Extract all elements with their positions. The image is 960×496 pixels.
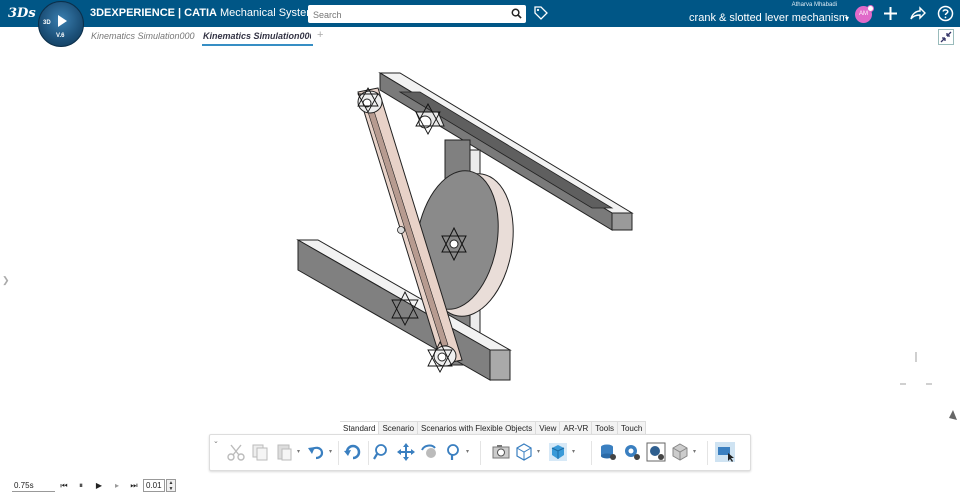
action-bar: ⌄ ▾ ▾ ▾ ▾ ▾ ▾ (209, 434, 751, 471)
compass-widget[interactable]: 3D V.6 (38, 1, 84, 47)
skip-to-start-icon[interactable]: ⏮ (58, 480, 70, 492)
separator (707, 441, 708, 465)
cut-icon[interactable] (226, 442, 246, 462)
time-step-field[interactable]: 0.01 (143, 479, 165, 492)
compass-version: V.6 (56, 33, 65, 39)
user-name: Atharva Mhabadi (791, 2, 837, 8)
brand-name: 3DEXPERIENCE | CATIA (90, 7, 217, 19)
mechanism-model[interactable] (0, 46, 960, 420)
tab-kinematics-simulation-1[interactable]: Kinematics Simulation00001 (91, 31, 195, 41)
compass-3d-tag: 3D (43, 20, 51, 26)
tag-icon[interactable] (534, 6, 548, 20)
undo-icon[interactable] (306, 442, 326, 462)
skip-to-end-icon[interactable]: ⏭ (128, 480, 140, 492)
update-icon[interactable] (343, 442, 363, 462)
product-icon[interactable] (670, 442, 690, 462)
help-icon[interactable] (937, 5, 954, 22)
action-bar-tabs: Standard Scenario Scenarios with Flexibl… (340, 421, 647, 435)
separator (480, 441, 481, 465)
separator (591, 441, 592, 465)
render-dropdown-icon[interactable]: ▾ (572, 449, 578, 455)
3d-viewport[interactable]: ❯ (0, 46, 960, 420)
left-panel-toggle-icon[interactable]: ❯ (2, 275, 10, 286)
play-icon[interactable] (58, 15, 67, 27)
search-box[interactable] (308, 5, 526, 24)
collapse-toolbar-icon[interactable]: ⌄ (213, 437, 219, 445)
undo-dropdown-icon[interactable]: ▾ (329, 449, 335, 455)
collapse-view-button[interactable] (938, 29, 954, 45)
copy-icon[interactable] (250, 442, 270, 462)
plus-icon[interactable] (882, 5, 899, 22)
search-zoom-icon[interactable] (444, 442, 464, 462)
simulation-player: 0.75s ⏮ ⏸ ▶ ▸ ⏭ 0.01 ▲ ▼ (0, 476, 960, 496)
select-icon[interactable] (715, 442, 735, 462)
collapse-icon (940, 31, 952, 43)
separator (338, 441, 339, 465)
time-field[interactable]: 0.75s (12, 480, 55, 492)
render-style-icon[interactable] (548, 442, 568, 462)
document-tabs: Kinematics Simulation00001 Kinematics Si… (0, 27, 960, 46)
search-icon[interactable] (511, 8, 522, 19)
paste-icon[interactable] (274, 442, 294, 462)
mechanism-settings-icon[interactable] (598, 442, 618, 462)
zoom-icon[interactable] (372, 442, 392, 462)
share-icon[interactable] (909, 5, 926, 22)
play-icon[interactable]: ▸ (111, 480, 123, 492)
tab-kinematics-simulation-2[interactable]: Kinematics Simulation0000 (203, 31, 311, 41)
rotate-icon[interactable] (420, 442, 440, 462)
add-tab-icon[interactable]: + (317, 29, 323, 41)
view-mode-icon[interactable] (514, 442, 534, 462)
joint-icon[interactable] (622, 442, 642, 462)
search-input[interactable] (308, 6, 498, 24)
sensor-icon[interactable] (646, 442, 666, 462)
notification-badge (867, 5, 874, 12)
zoom-dropdown-icon[interactable]: ▾ (466, 449, 472, 455)
cursor-icon (949, 410, 957, 420)
paste-dropdown-icon[interactable]: ▾ (297, 449, 303, 455)
product-dropdown-icon[interactable]: ▾ (693, 449, 699, 455)
view-axis-triad[interactable] (900, 352, 932, 385)
step-forward-icon[interactable]: ▶ (93, 480, 105, 492)
time-step-spinner[interactable]: ▲ ▼ (166, 479, 176, 492)
separator (368, 441, 369, 465)
brand-logo-icon: 3Ds (8, 6, 36, 21)
document-title[interactable]: crank & slotted lever mechanism (689, 12, 848, 24)
pan-icon[interactable] (396, 442, 416, 462)
chevron-down-icon[interactable]: ▾ (845, 14, 849, 23)
capture-icon[interactable] (491, 442, 511, 462)
pause-icon[interactable]: ⏸ (75, 480, 87, 492)
view-mode-dropdown-icon[interactable]: ▾ (537, 449, 543, 455)
top-bar: 3Ds 3DEXPERIENCE | CATIA Mechanical Syst… (0, 0, 960, 27)
